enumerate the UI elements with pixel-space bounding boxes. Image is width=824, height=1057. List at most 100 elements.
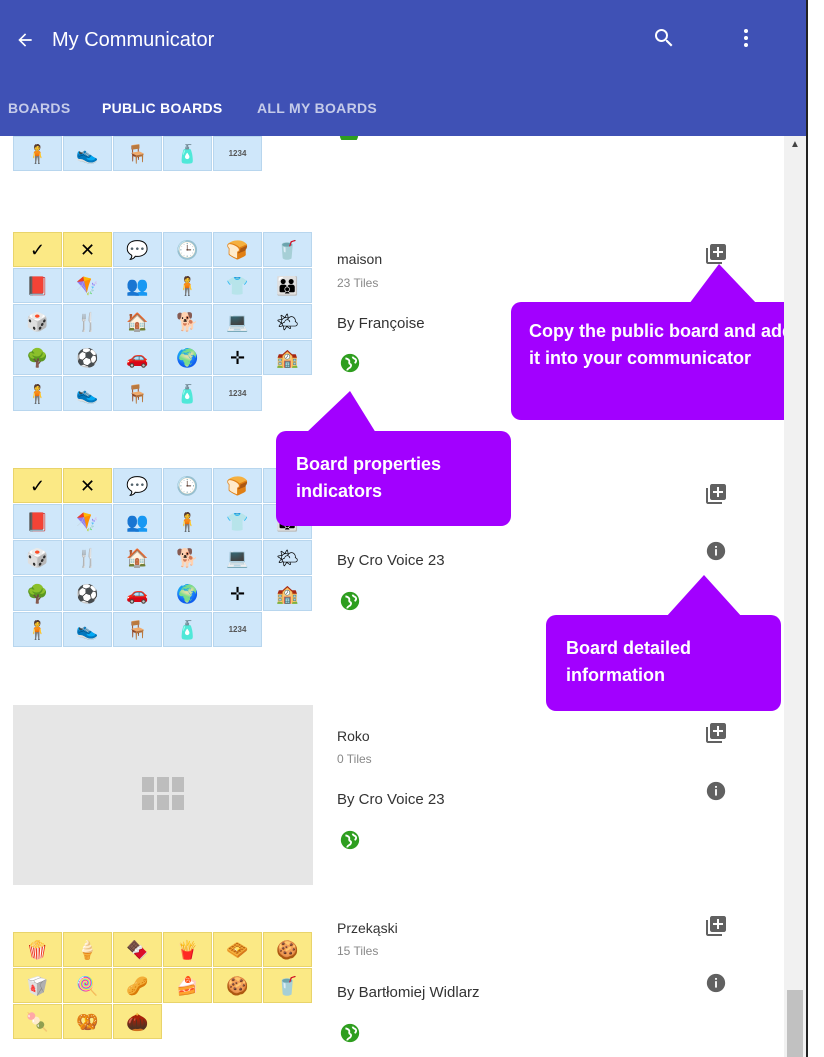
public-boards-list: 🧍 👟 🪑 🧴 1234 ✓ ✕ 💬 🕒 🍞 🥤 📕 🪁 👥 🧍 👕 👪 🎲 🍴: [0, 136, 784, 1057]
tile-globe-icon: 🌍: [163, 340, 212, 375]
callout-copy-text: Copy the public board and add it into yo…: [529, 321, 784, 368]
board-name: maison: [337, 251, 383, 267]
tile-candy-cane-icon: 🍭: [63, 968, 112, 1003]
app-bar: My Communicator: [0, 0, 806, 80]
tile-numbers: 1234: [213, 136, 262, 171]
tile-clothes-icon: 👕: [213, 504, 262, 539]
board-author: By Cro Voice 23: [337, 552, 445, 569]
tile-furniture-icon: 🪑: [113, 136, 162, 171]
board-thumbnail-maison[interactable]: ✓ ✕ 💬 🕒 🍞 🥤 📕 🪁 👥 🧍 👕 👪 🎲 🍴 🏠 🐕 💻 🌤 🌳 ⚽ …: [13, 232, 312, 411]
callout-details-text: Board detailed information: [566, 638, 692, 685]
tile-drink-icon: 🥤: [263, 232, 312, 267]
globe-icon: [338, 136, 360, 140]
tile-furniture-icon: 🪑: [113, 376, 162, 411]
tile-people-icon: 🧍: [13, 136, 62, 171]
tile-animals-icon: 🐕: [163, 304, 212, 339]
tile-pretzel-icon: 🥨: [63, 1004, 112, 1039]
board-name: Roko: [337, 728, 370, 744]
board-author: By Cro Voice 23: [337, 791, 445, 808]
info-button[interactable]: [705, 972, 727, 994]
board-author: By Bartłomiej Widlarz: [337, 984, 480, 1001]
more-vert-icon: [744, 29, 748, 47]
search-button[interactable]: [652, 26, 680, 54]
tile-snack-bag-icon: 🥡: [13, 968, 62, 1003]
tile-place-icon: 🏫: [263, 576, 312, 611]
tile-directions-icon: ✛: [213, 340, 262, 375]
copy-board-button[interactable]: [704, 721, 728, 745]
tile-vehicles-icon: 🚗: [113, 340, 162, 375]
callout-pointer: [666, 575, 742, 617]
tile-balls-icon: ⚽: [63, 340, 112, 375]
tile-cake-icon: 🍰: [163, 968, 212, 1003]
more-options-button[interactable]: [734, 26, 762, 54]
tile-food-icon: 🍞: [213, 468, 262, 503]
tile-body-icon: 🧍: [163, 504, 212, 539]
tile-toys-icon: 🪁: [63, 504, 112, 539]
tile-cutlery-icon: 🍴: [63, 540, 112, 575]
board-thumbnail-cro-voice[interactable]: ✓ ✕ 💬 🕒 🍞 🥤 📕 🪁 👥 🧍 👕 👪 🎲 🍴 🏠 🐕 💻 🌤 🌳 ⚽ …: [13, 468, 312, 647]
tile-book-icon: 📕: [13, 504, 62, 539]
tile-chips-icon: 🍟: [163, 932, 212, 967]
tile-shoes-icon: 👟: [63, 376, 112, 411]
callout-board-properties: Board properties indicators: [276, 391, 511, 526]
back-button[interactable]: [10, 25, 40, 55]
info-button[interactable]: [705, 540, 727, 562]
board-tile-count: 23 Tiles: [337, 276, 379, 290]
tile-animals-icon: 🐕: [163, 540, 212, 575]
tab-public-boards[interactable]: PUBLIC BOARDS: [102, 100, 223, 116]
scroll-up-arrow-icon[interactable]: ▲: [784, 136, 806, 154]
tile-speech-icon: 💬: [113, 232, 162, 267]
tile-book-icon: 📕: [13, 268, 62, 303]
tile-yes-icon: ✓: [13, 232, 62, 267]
tile-clock-icon: 🕒: [163, 468, 212, 503]
scrollbar-thumb[interactable]: [787, 990, 803, 1057]
globe-icon: [340, 353, 360, 373]
tile-numbers: 1234: [213, 376, 262, 411]
scrollbar[interactable]: ▲: [784, 136, 806, 1057]
callout-pointer: [306, 391, 376, 433]
tile-globe-icon: 🌍: [163, 576, 212, 611]
tile-popsicle-icon: 🍡: [13, 1004, 62, 1039]
tile-icecream-icon: 🍦: [63, 932, 112, 967]
board-name: Przekąski: [337, 920, 398, 936]
tile-cookies-icon: 🍪: [263, 932, 312, 967]
tile-shoes-icon: 👟: [63, 612, 112, 647]
board-author: By Françoise: [337, 315, 425, 332]
tile-clothes-icon: 👕: [213, 268, 262, 303]
globe-icon: [340, 1023, 360, 1043]
copy-board-button[interactable]: [704, 482, 728, 506]
copy-board-button[interactable]: [704, 914, 728, 938]
tile-weather-icon: 🌤: [263, 304, 312, 339]
tile-place-icon: 🏫: [263, 340, 312, 375]
tile-toiletries-icon: 🧴: [163, 376, 212, 411]
tile-chocolate-icon: 🍫: [113, 932, 162, 967]
tile-computer-icon: 💻: [213, 540, 262, 575]
tile-balls-icon: ⚽: [63, 576, 112, 611]
tile-popcorn-icon: 🍿: [13, 932, 62, 967]
app-title: My Communicator: [52, 29, 215, 51]
copy-board-button[interactable]: [704, 242, 728, 266]
board-thumbnail-roko[interactable]: [13, 705, 313, 885]
board-tile-count: 0 Tiles: [337, 752, 372, 766]
board-thumbnail-przekaski[interactable]: 🍿 🍦 🍫 🍟 🧇 🍪 🥡 🍭 🥜 🍰 🍪 🥤 🍡 🥨 🌰: [13, 932, 312, 1039]
board-thumbnail-partial[interactable]: 🧍 👟 🪑 🧴 1234: [13, 136, 312, 171]
tile-body-icon: 🧍: [163, 268, 212, 303]
tab-boards[interactable]: BOARDS: [8, 100, 70, 116]
tile-tree-icon: 🌳: [13, 576, 62, 611]
board-tile-count: 15 Tiles: [337, 944, 379, 958]
tile-yes-icon: ✓: [13, 468, 62, 503]
tile-directions-icon: ✛: [213, 576, 262, 611]
tile-house-icon: 🏠: [113, 304, 162, 339]
tile-people-icon: 🧍: [13, 376, 62, 411]
globe-icon: [340, 591, 360, 611]
info-button[interactable]: [705, 780, 727, 802]
tile-cube-icon: 🎲: [13, 304, 62, 339]
tile-shoes-icon: 👟: [63, 136, 112, 171]
background: [808, 0, 824, 1057]
tile-tree-icon: 🌳: [13, 340, 62, 375]
arrow-left-icon: [18, 33, 32, 47]
tile-peanuts-icon: 🥜: [113, 968, 162, 1003]
tab-all-my-boards[interactable]: ALL MY BOARDS: [257, 100, 377, 116]
tile-family-icon: 👪: [263, 268, 312, 303]
tile-weather-icon: 🌤: [263, 540, 312, 575]
